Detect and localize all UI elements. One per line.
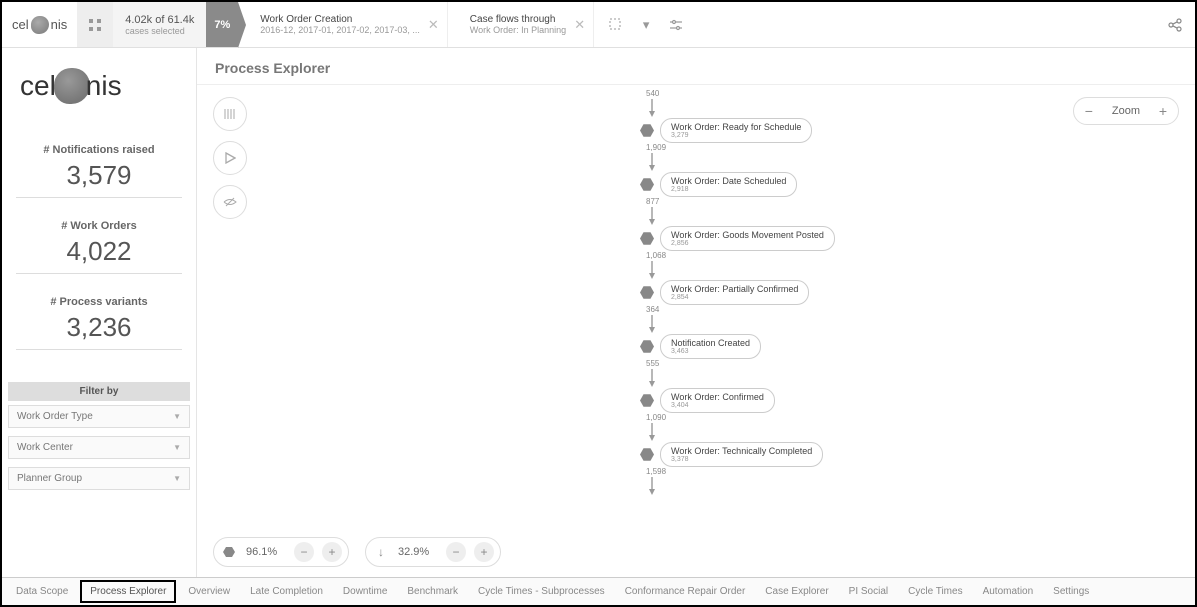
increase-connections-button[interactable]: + [474,542,494,562]
play-icon[interactable] [213,141,247,175]
hexagon-icon [640,286,654,300]
filter-chip-0[interactable]: Work Order Creation 2016-12, 2017-01, 20… [252,2,448,47]
node-pill: Work Order: Date Scheduled2,918 [660,172,797,197]
tab-cycle-times[interactable]: Cycle Times [900,582,970,601]
tab-data-scope[interactable]: Data Scope [8,582,76,601]
hexagon-icon [640,340,654,354]
logo-blob-icon [31,16,49,34]
activities-slider: 96.1% − + [213,537,349,567]
chevron-down-icon: ▼ [173,412,181,421]
tab-conformance-repair-order[interactable]: Conformance Repair Order [617,582,754,601]
flow-node[interactable]: Work Order: Technically Completed3,378 [640,442,835,467]
logo-large: celnis [2,48,196,114]
hexagon-icon [640,448,654,462]
tab-automation[interactable]: Automation [975,582,1042,601]
flow-node[interactable]: Work Order: Goods Movement Posted2,856 [640,226,835,251]
settings-slider-icon[interactable] [664,13,688,37]
flow-node[interactable]: Work Order: Date Scheduled2,918 [640,172,835,197]
connections-slider: ↓ 32.9% − + [365,537,501,567]
measure-icon[interactable] [213,97,247,131]
tab-cycle-times-subprocesses[interactable]: Cycle Times - Subprocesses [470,582,613,601]
node-pill: Work Order: Ready for Schedule3,279 [660,118,812,143]
dropdown-work-center[interactable]: Work Center▼ [8,436,190,459]
filter-chip-1[interactable]: Case flows through Work Order: In Planni… [462,2,594,47]
flow-node[interactable]: Work Order: Ready for Schedule3,279 [640,118,835,143]
dropdown-work-order-type[interactable]: Work Order Type▼ [8,405,190,428]
close-icon[interactable]: ✕ [574,17,585,33]
flow-node[interactable]: Notification Created3,463 [640,334,835,359]
edge-count: 540 [646,89,835,98]
hexagon-icon [640,394,654,408]
tab-overview[interactable]: Overview [180,582,238,601]
zoom-in-button[interactable]: + [1148,103,1178,119]
process-flow: 540Work Order: Ready for Schedule3,2791,… [640,89,835,496]
selection-icon[interactable] [604,13,628,37]
zoom-control: − Zoom + [1073,97,1179,125]
selection-tools: ▾ [594,2,698,47]
tab-pi-social[interactable]: PI Social [841,582,896,601]
menu-button[interactable] [77,2,113,47]
zoom-label: Zoom [1104,105,1148,117]
page-title: Process Explorer [197,48,1195,84]
chevron-down-icon: ▼ [173,474,181,483]
tab-benchmark[interactable]: Benchmark [399,582,466,601]
edge-count: 364 [646,305,835,314]
cases-selected[interactable]: 4.02k of 61.4k cases selected [113,2,206,47]
dropdown-planner-group[interactable]: Planner Group▼ [8,467,190,490]
logo-blob-icon [54,68,90,104]
node-pill: Work Order: Confirmed3,404 [660,388,775,413]
chevron-down-icon[interactable]: ▾ [634,13,658,37]
decrease-connections-button[interactable]: − [446,542,466,562]
flow-node[interactable]: Work Order: Partially Confirmed2,854 [640,280,835,305]
tab-downtime[interactable]: Downtime [335,582,395,601]
tab-process-explorer[interactable]: Process Explorer [80,580,176,603]
percent-badge: 7% [206,2,238,47]
main-panel: Process Explorer − Zoom + 540Work Order: [197,48,1195,577]
edge-count: 1,909 [646,143,835,152]
tab-settings[interactable]: Settings [1045,582,1097,601]
chevron-down-icon: ▼ [173,443,181,452]
arrow-down-icon: ↓ [372,543,390,561]
tab-late-completion[interactable]: Late Completion [242,582,331,601]
edge-count: 1,068 [646,251,835,260]
node-pill: Work Order: Goods Movement Posted2,856 [660,226,835,251]
hexagon-icon [640,178,654,192]
kpi-list: # Notifications raised 3,579 # Work Orde… [2,114,196,382]
cases-label: cases selected [125,26,194,36]
flow-node[interactable]: Work Order: Confirmed3,404 [640,388,835,413]
node-pill: Work Order: Partially Confirmed2,854 [660,280,809,305]
tab-case-explorer[interactable]: Case Explorer [757,582,836,601]
top-bar: celnis 4.02k of 61.4k cases selected 7% … [2,2,1195,48]
detail-sliders: 96.1% − + ↓ 32.9% − + [213,537,501,567]
edge-count: 555 [646,359,835,368]
canvas-tools [213,97,247,219]
kpi-work-orders: # Work Orders 4,022 [16,220,182,274]
process-canvas[interactable]: − Zoom + 540 Work Order: Ready for Schedu… [197,84,1195,577]
edge-count: 877 [646,197,835,206]
sidebar: celnis # Notifications raised 3,579 # Wo… [2,48,197,577]
share-icon[interactable] [1155,2,1195,47]
filter-by-header: Filter by [8,382,190,401]
kpi-process-variants: # Process variants 3,236 [16,296,182,350]
sheet-tabs: Data ScopeProcess ExplorerOverviewLate C… [2,577,1195,605]
increase-activities-button[interactable]: + [322,542,342,562]
hexagon-icon [640,232,654,246]
node-pill: Notification Created3,463 [660,334,761,359]
zoom-out-button[interactable]: − [1074,103,1104,119]
hexagon-icon [640,124,654,138]
visibility-icon[interactable] [213,185,247,219]
decrease-activities-button[interactable]: − [294,542,314,562]
hexagon-icon [220,543,238,561]
kpi-notifications: # Notifications raised 3,579 [16,144,182,198]
edge-count: 1,090 [646,413,835,422]
edge-count: 1,598 [646,467,835,476]
close-icon[interactable]: ✕ [428,17,439,33]
logo-small: celnis [2,2,77,47]
cases-count: 4.02k of 61.4k [125,14,194,26]
node-pill: Work Order: Technically Completed3,378 [660,442,823,467]
